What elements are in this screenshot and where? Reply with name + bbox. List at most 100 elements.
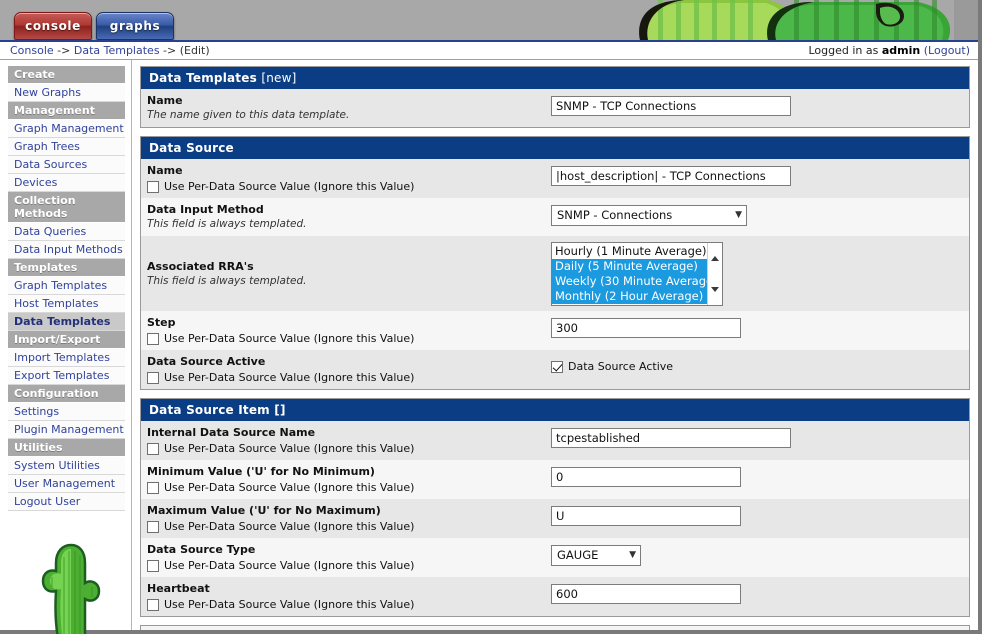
field-label-group: Heartbeat Use Per-Data Source Value (Ign… (147, 582, 551, 611)
per-ds-value-toggle-minimum[interactable]: Use Per-Data Source Value (Ignore this V… (147, 481, 545, 494)
per-ds-value-toggle-internal-name[interactable]: Use Per-Data Source Value (Ignore this V… (147, 442, 545, 455)
panel-data-source: Data Source Name Use Per-Data Source Val… (140, 136, 970, 390)
data-source-type-value: GAUGE (557, 548, 599, 562)
data-source-active-toggle[interactable]: Data Source Active (551, 360, 961, 373)
field-label-group: Data Source Type Use Per-Data Source Val… (147, 543, 551, 572)
hint-associated-rras: This field is always templated. (147, 274, 307, 287)
panel-data-templates-title-suffix: [new] (261, 71, 297, 85)
sidebar-item-graph-trees[interactable]: Graph Trees (8, 138, 125, 156)
field-control-group (551, 426, 961, 448)
sidebar-item-new-graphs[interactable]: New Graphs (8, 84, 125, 102)
per-ds-value-toggle-type[interactable]: Use Per-Data Source Value (Ignore this V… (147, 559, 545, 572)
per-ds-value-label: Use Per-Data Source Value (Ignore this V… (164, 520, 415, 533)
breadcrumb-item-console[interactable]: Console (10, 44, 54, 57)
heartbeat-input[interactable] (551, 584, 741, 604)
nav-header-import-export: Import/Export (8, 331, 125, 348)
breadcrumb-item-edit: (Edit) (179, 44, 210, 57)
label-associated-rras: Associated RRA's (147, 259, 254, 273)
field-row-maximum-value: Maximum Value ('U' for No Maximum) Use P… (141, 499, 969, 538)
template-name-input[interactable] (551, 96, 791, 116)
rra-option-daily[interactable]: Daily (5 Minute Average) (552, 259, 722, 274)
associated-rras-listbox[interactable]: Hourly (1 Minute Average) Daily (5 Minut… (551, 242, 723, 306)
field-control-group: GAUGE ▼ (551, 543, 961, 566)
rra-option-weekly[interactable]: Weekly (30 Minute Average) (552, 274, 722, 289)
per-ds-value-toggle-active[interactable]: Use Per-Data Source Value (Ignore this V… (147, 371, 545, 384)
page-body: Create New Graphs Management Graph Manag… (0, 60, 978, 634)
nav-header-collection-methods: Collection Methods (8, 192, 125, 222)
chevron-up-icon[interactable] (711, 256, 719, 261)
chevron-down-icon[interactable] (711, 287, 719, 292)
sidebar-item-import-templates[interactable]: Import Templates (8, 349, 125, 367)
label-heartbeat: Heartbeat (147, 582, 210, 595)
label-data-source-active: Data Source Active (147, 355, 266, 368)
step-input[interactable] (551, 318, 741, 338)
sidebar-item-data-templates[interactable]: Data Templates (8, 313, 125, 331)
field-row-step: Step Use Per-Data Source Value (Ignore t… (141, 311, 969, 350)
field-row-data-source-type: Data Source Type Use Per-Data Source Val… (141, 538, 969, 577)
field-label-group: Name Use Per-Data Source Value (Ignore t… (147, 164, 551, 193)
field-label-group: Minimum Value ('U' for No Minimum) Use P… (147, 465, 551, 494)
checkbox-checked-icon[interactable] (551, 360, 563, 373)
sidebar-item-data-input-methods[interactable]: Data Input Methods (8, 241, 125, 259)
breadcrumb: Console -> Data Templates -> (Edit) (10, 44, 210, 57)
cactus-logo (41, 543, 100, 634)
sidebar-item-settings[interactable]: Settings (8, 403, 125, 421)
minimum-value-input[interactable] (551, 467, 741, 487)
field-label-group: Internal Data Source Name Use Per-Data S… (147, 426, 551, 455)
listbox-scrollbar[interactable] (707, 243, 722, 305)
session-info: Logged in as admin (Logout) (809, 44, 971, 57)
sidebar-item-data-sources[interactable]: Data Sources (8, 156, 125, 174)
sidebar-item-graph-templates[interactable]: Graph Templates (8, 277, 125, 295)
rra-option-monthly[interactable]: Monthly (2 Hour Average) (552, 289, 722, 304)
per-ds-value-toggle-heartbeat[interactable]: Use Per-Data Source Value (Ignore this V… (147, 598, 545, 611)
rra-option-hourly[interactable]: Hourly (1 Minute Average) (552, 244, 722, 259)
checkbox-icon[interactable] (147, 598, 159, 611)
label-ds-name: Name (147, 164, 183, 177)
ds-name-input[interactable] (551, 166, 791, 186)
tab-console[interactable]: console (14, 12, 92, 40)
maximum-value-input[interactable] (551, 506, 741, 526)
chevron-down-icon: ▼ (629, 550, 636, 560)
checkbox-icon[interactable] (147, 332, 159, 345)
sidebar-item-logout-user[interactable]: Logout User (8, 493, 125, 511)
data-input-method-select[interactable]: SNMP - Connections ▼ (551, 204, 747, 226)
label-data-input-method: Data Input Method (147, 203, 264, 216)
per-ds-value-toggle-maximum[interactable]: Use Per-Data Source Value (Ignore this V… (147, 520, 545, 533)
tab-console-label: console (25, 19, 81, 33)
top-banner: console graphs (0, 0, 978, 40)
main-content: Data Templates [new] Name The name given… (132, 60, 978, 630)
data-input-method-value: SNMP - Connections (557, 208, 673, 222)
sidebar-item-user-management[interactable]: User Management (8, 475, 125, 493)
sidebar-item-host-templates[interactable]: Host Templates (8, 295, 125, 313)
sidebar-item-plugin-management[interactable]: Plugin Management (8, 421, 125, 439)
sidebar-item-system-utilities[interactable]: System Utilities (8, 457, 125, 475)
sidebar-item-export-templates[interactable]: Export Templates (8, 367, 125, 385)
checkbox-icon[interactable] (147, 442, 159, 455)
checkbox-icon[interactable] (147, 481, 159, 494)
per-ds-value-label: Use Per-Data Source Value (Ignore this V… (164, 481, 415, 494)
cacti-console-window: console graphs Console -> Data Templates… (0, 0, 982, 634)
label-minimum-value: Minimum Value ('U' for No Minimum) (147, 465, 375, 478)
checkbox-icon[interactable] (147, 371, 159, 384)
data-source-type-select[interactable]: GAUGE ▼ (551, 544, 641, 566)
sidebar-item-graph-management[interactable]: Graph Management (8, 120, 125, 138)
panel-data-source-item-title: Data Source Item [] (149, 403, 286, 417)
breadcrumb-item-data-templates[interactable]: Data Templates (74, 44, 160, 57)
sidebar-item-devices[interactable]: Devices (8, 174, 125, 192)
field-control-group (551, 316, 961, 338)
sidebar-item-data-queries[interactable]: Data Queries (8, 223, 125, 241)
internal-data-source-name-input[interactable] (551, 428, 791, 448)
per-ds-value-toggle-step[interactable]: Use Per-Data Source Value (Ignore this V… (147, 332, 545, 345)
checkbox-icon[interactable] (147, 520, 159, 533)
checkbox-icon[interactable] (147, 180, 159, 193)
logged-in-user: admin (881, 44, 921, 57)
tab-graphs[interactable]: graphs (96, 12, 174, 40)
field-row-internal-name: Internal Data Source Name Use Per-Data S… (141, 421, 969, 460)
per-ds-value-label: Use Per-Data Source Value (Ignore this V… (164, 442, 415, 455)
logout-link[interactable]: (Logout) (924, 44, 970, 57)
per-ds-value-toggle-ds-name[interactable]: Use Per-Data Source Value (Ignore this V… (147, 180, 545, 193)
checkbox-icon[interactable] (147, 559, 159, 572)
field-control-group: Data Source Active (551, 355, 961, 373)
field-control-group: Hourly (1 Minute Average) Daily (5 Minut… (551, 241, 961, 306)
field-control-group: SNMP - Connections ▼ (551, 203, 961, 226)
